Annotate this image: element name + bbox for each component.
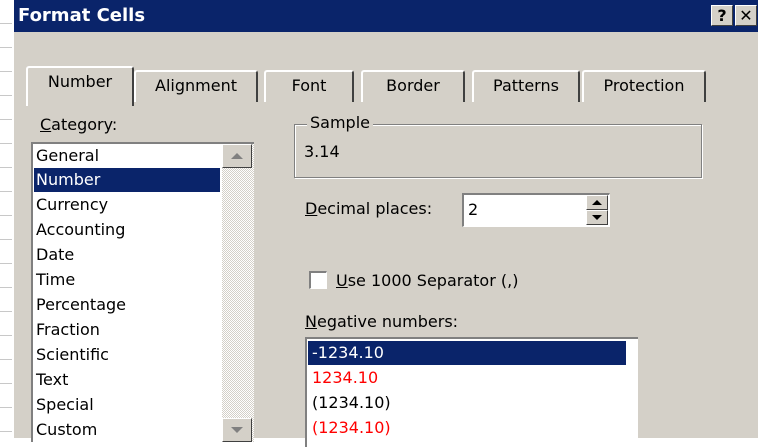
list-item[interactable]: Number <box>34 168 220 192</box>
thousands-separator-label[interactable]: Use 1000 Separator (,) <box>336 271 518 290</box>
tab-protection[interactable]: Protection <box>582 70 706 102</box>
tab-number-label: Number <box>47 72 113 91</box>
negative-numbers-listbox[interactable]: -1234.10 1234.10 (1234.10) (1234.10) <box>305 337 638 447</box>
list-item[interactable]: Special <box>34 393 220 417</box>
spin-up-icon <box>592 200 602 205</box>
list-item[interactable]: Accounting <box>34 218 220 242</box>
negative-numbers-label: Negative numbers: <box>305 312 459 331</box>
tab-font-label: Font <box>291 76 327 95</box>
arrow-up-icon <box>231 153 243 159</box>
tab-strip: Number Alignment Font Border Patterns Pr… <box>14 40 758 106</box>
sample-value: 3.14 <box>304 142 340 161</box>
arrow-down-icon <box>231 427 243 433</box>
thousands-separator-checkbox[interactable] <box>309 271 327 289</box>
list-item[interactable]: Currency <box>34 193 220 217</box>
tab-number[interactable]: Number <box>26 66 134 106</box>
list-item[interactable]: General <box>34 144 220 168</box>
tab-border-label: Border <box>386 76 440 95</box>
spin-down-button[interactable] <box>586 210 608 225</box>
decimal-places-label: Decimal places: <box>305 199 433 218</box>
tab-alignment[interactable]: Alignment <box>134 70 258 102</box>
tab-patterns[interactable]: Patterns <box>472 70 580 102</box>
close-button[interactable]: ✕ <box>735 5 757 26</box>
list-item[interactable]: (1234.10) <box>308 391 626 415</box>
list-item[interactable]: (1234.10) <box>308 416 626 440</box>
sample-legend: Sample <box>307 113 373 132</box>
tab-protection-label: Protection <box>603 76 685 95</box>
tab-border[interactable]: Border <box>361 70 465 102</box>
list-item[interactable]: Percentage <box>34 293 220 317</box>
decimal-places-value[interactable]: 2 <box>468 200 478 219</box>
category-scrollbar[interactable] <box>222 144 254 442</box>
help-button[interactable]: ? <box>711 5 733 26</box>
close-icon: ✕ <box>739 6 753 25</box>
spin-down-icon <box>592 215 602 220</box>
scroll-up-button[interactable] <box>222 144 252 168</box>
list-item[interactable]: Custom <box>34 418 220 442</box>
scroll-down-button[interactable] <box>222 418 252 442</box>
tab-font[interactable]: Font <box>264 70 354 102</box>
title-bar[interactable]: Format Cells ? ✕ <box>14 0 758 32</box>
category-listbox[interactable]: General Number Currency Accounting Date … <box>31 142 254 442</box>
list-item[interactable]: Fraction <box>34 318 220 342</box>
list-item[interactable]: Text <box>34 368 220 392</box>
sample-group: Sample 3.14 <box>294 113 702 178</box>
list-item[interactable]: 1234.10 <box>308 366 626 390</box>
spin-up-button[interactable] <box>586 195 608 210</box>
tab-alignment-label: Alignment <box>155 76 237 95</box>
list-item[interactable]: Date <box>34 243 220 267</box>
list-item[interactable]: Scientific <box>34 343 220 367</box>
category-label: Category: <box>40 115 118 134</box>
tab-patterns-label: Patterns <box>493 76 559 95</box>
list-item[interactable]: -1234.10 <box>308 341 626 365</box>
window-title: Format Cells <box>18 5 146 26</box>
decimal-places-stepper[interactable]: 2 <box>462 193 610 227</box>
list-item[interactable]: Time <box>34 268 220 292</box>
